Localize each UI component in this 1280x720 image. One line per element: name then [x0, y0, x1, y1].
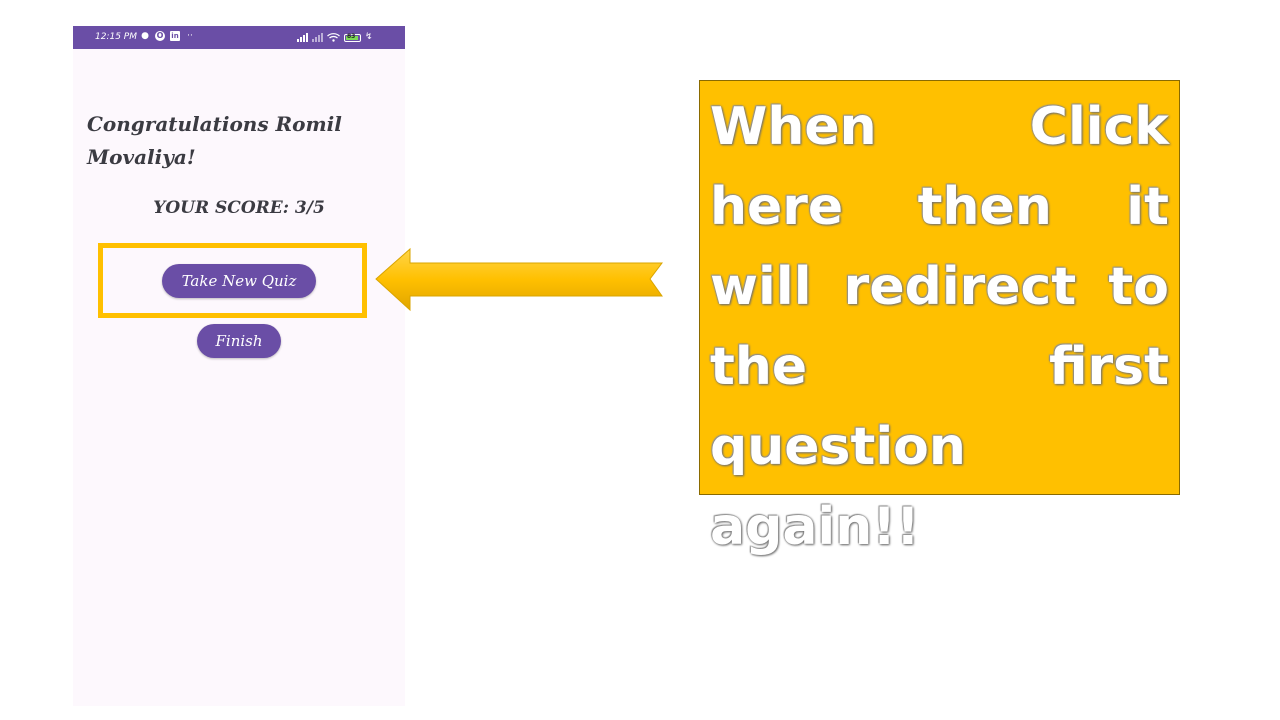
signal-icon [297, 33, 308, 42]
more-dots-icon: ·· [187, 31, 193, 41]
battery-level: 83 [347, 33, 356, 40]
chat-bubble-icon: ● [141, 31, 149, 41]
status-time: 12:15 PM [95, 32, 137, 42]
signal-weak-icon [312, 33, 323, 42]
charging-bolt-icon: ↯ [365, 32, 373, 42]
phone-screenshot: 12:15 PM ● O in ·· 83 ↯ Congratulations … [73, 26, 405, 706]
status-notification-icons: ● O in ·· [140, 31, 195, 41]
status-bar: 12:15 PM ● O in ·· 83 ↯ [73, 26, 405, 49]
score-text: YOUR SCORE: 3/5 [153, 198, 325, 218]
finish-button[interactable]: Finish [197, 324, 281, 358]
pointer-arrow [372, 244, 664, 318]
callout-text: When Click here then it will redirect to… [710, 97, 1169, 557]
annotation-callout: When Click here then it will redirect to… [699, 80, 1180, 557]
wifi-icon [327, 33, 340, 42]
battery-icon: 83 [344, 33, 361, 42]
congratulations-heading: Congratulations Romil Movaliya! [87, 112, 342, 169]
opera-icon: O [155, 31, 165, 41]
highlight-box [98, 243, 367, 318]
linkedin-icon: in [170, 31, 180, 41]
status-system-icons: 83 ↯ [297, 33, 373, 42]
